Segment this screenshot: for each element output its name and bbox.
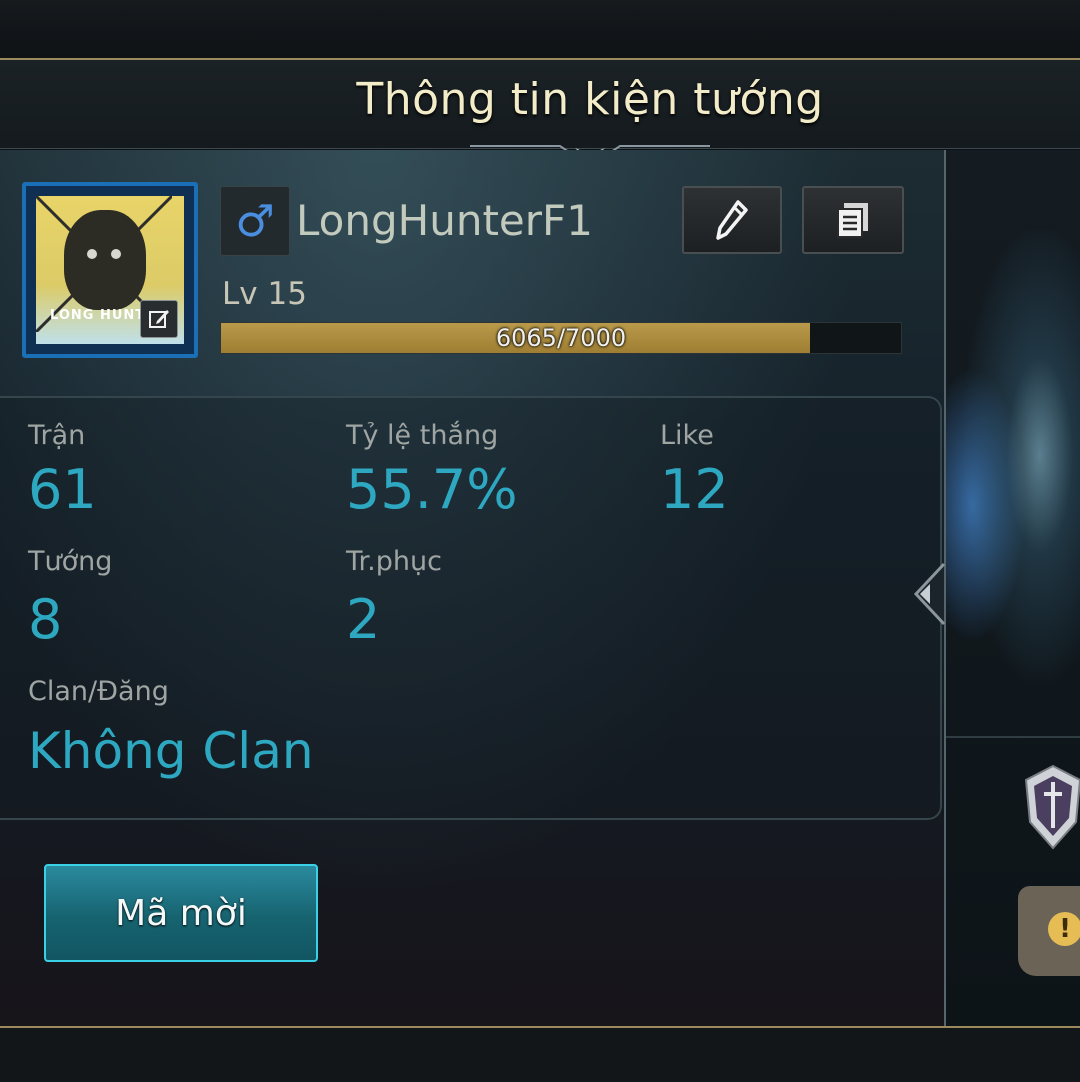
like-value: 12 — [660, 458, 729, 521]
clan-value: Không Clan — [28, 722, 314, 780]
skins-label: Tr.phục — [346, 546, 442, 577]
gender-male-icon: ♂ — [220, 186, 290, 256]
winrate-value: 55.7% — [346, 458, 518, 521]
exclamation-icon: ! — [1048, 912, 1080, 946]
xp-progress-text: 6065/7000 — [495, 324, 627, 352]
page-title: Thông tin kiện tướng — [356, 74, 824, 125]
like-label: Like — [660, 420, 714, 451]
invite-code-button[interactable]: Mã mời — [44, 864, 318, 962]
edit-icon[interactable] — [140, 300, 178, 338]
player-level: Lv 15 — [222, 276, 307, 312]
edit-name-button[interactable] — [682, 186, 782, 254]
copy-icon — [837, 203, 868, 238]
heroes-label: Tướng — [28, 546, 113, 577]
divider — [946, 736, 1080, 738]
copy-id-button[interactable] — [802, 186, 904, 254]
rank-shield-icon[interactable] — [1024, 764, 1080, 852]
bottom-frame — [0, 1026, 1080, 1082]
hero-artwork — [946, 230, 1080, 730]
matches-value: 61 — [28, 458, 97, 521]
avatar-caption: LONG HUNT — [50, 308, 146, 323]
avatar-image: LONG HUNT — [36, 196, 184, 344]
xp-progress-bar: 6065/7000 — [220, 322, 902, 354]
panel-collapse-icon[interactable] — [912, 562, 946, 626]
top-frame — [0, 0, 1080, 60]
matches-label: Trận — [28, 420, 86, 451]
winrate-label: Tỷ lệ thắng — [346, 420, 499, 451]
player-name: LongHunterF1 — [296, 196, 593, 245]
skins-value: 2 — [346, 588, 381, 651]
pencil-icon — [716, 200, 748, 240]
avatar[interactable]: LONG HUNT — [22, 182, 198, 358]
clan-label: Clan/Đăng — [28, 676, 169, 707]
heroes-value: 8 — [28, 588, 63, 651]
